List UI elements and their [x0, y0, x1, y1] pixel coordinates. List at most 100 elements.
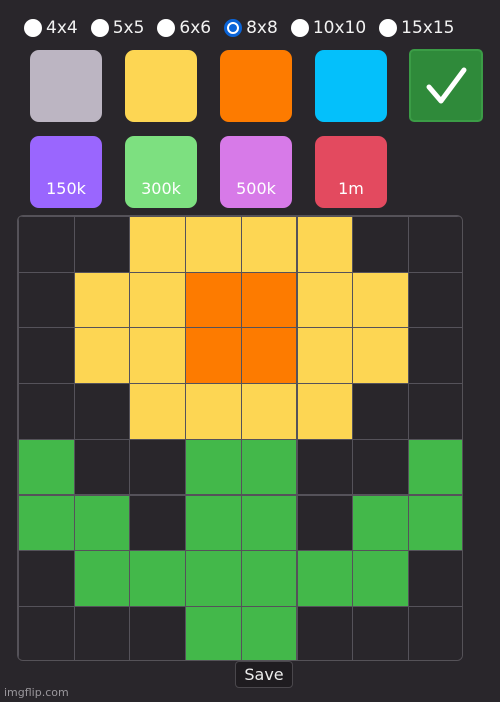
grid-cell[interactable]	[129, 216, 187, 273]
size-option-label: 15x15	[401, 18, 455, 38]
color-swatch-yellow[interactable]	[125, 50, 197, 122]
grid-cell[interactable]	[240, 383, 298, 440]
size-option-label: 5x5	[112, 18, 145, 38]
grid-cell[interactable]	[129, 494, 187, 552]
grid-cell[interactable]	[407, 383, 462, 440]
radio-button[interactable]	[157, 19, 176, 37]
grid-cell[interactable]	[407, 494, 462, 552]
confirm-button[interactable]	[409, 49, 483, 122]
grid-cell[interactable]	[73, 271, 131, 329]
grid-cell[interactable]	[18, 494, 75, 552]
size-option-5x5[interactable]: 5x5	[90, 18, 145, 38]
size-option-6x6[interactable]: 6x6	[157, 18, 211, 38]
size-option-label: 10x10	[312, 18, 367, 38]
grid-cell[interactable]	[18, 605, 75, 660]
grid-cell[interactable]	[129, 327, 187, 385]
price-swatch-500k[interactable]: 500k	[220, 136, 292, 208]
grid-cell[interactable]	[18, 271, 75, 329]
price-label: 300k	[141, 179, 181, 198]
grid-cell[interactable]	[352, 383, 409, 440]
price-label: 1m	[338, 179, 364, 198]
grid-cell[interactable]	[129, 383, 187, 440]
grid-cell[interactable]	[185, 271, 242, 329]
grid-cell[interactable]	[185, 216, 242, 273]
grid-cell[interactable]	[185, 383, 242, 440]
color-swatch-orange[interactable]	[220, 50, 292, 122]
grid-size-selector: 4x4 5x5 6x6 8x8 10x10 15x15	[24, 14, 467, 42]
grid-cell[interactable]	[352, 438, 409, 496]
grid-cell[interactable]	[407, 271, 462, 329]
grid-cell[interactable]	[352, 550, 409, 607]
color-swatch-gray[interactable]	[30, 50, 102, 122]
grid-cell[interactable]	[129, 438, 187, 496]
grid-cell[interactable]	[296, 494, 354, 552]
grid-cell[interactable]	[73, 216, 131, 273]
grid-cell[interactable]	[73, 605, 131, 660]
grid-cell[interactable]	[240, 327, 298, 385]
watermark: imgflip.com	[4, 686, 69, 699]
grid-cell[interactable]	[129, 605, 187, 660]
grid-cell[interactable]	[18, 550, 75, 607]
grid-cell[interactable]	[352, 216, 409, 273]
grid-cell[interactable]	[73, 327, 131, 385]
size-option-label: 8x8	[246, 18, 278, 38]
grid-cell[interactable]	[240, 494, 298, 552]
grid-cell[interactable]	[18, 216, 75, 273]
grid-cell[interactable]	[185, 550, 242, 607]
size-option-8x8[interactable]: 8x8	[224, 18, 278, 38]
size-option-10x10[interactable]: 10x10	[290, 18, 367, 38]
grid-cell[interactable]	[407, 216, 462, 273]
size-option-label: 4x4	[46, 18, 78, 38]
grid-cell[interactable]	[352, 271, 409, 329]
price-swatch-1m[interactable]: 1m	[315, 136, 387, 208]
grid-cell[interactable]	[240, 438, 298, 496]
grid-cell[interactable]	[352, 327, 409, 385]
save-button[interactable]: Save	[235, 661, 293, 688]
radio-button[interactable]	[379, 19, 398, 37]
radio-button[interactable]	[90, 19, 109, 37]
grid-cell[interactable]	[185, 605, 242, 660]
size-option-15x15[interactable]: 15x15	[379, 18, 454, 38]
radio-button[interactable]	[224, 19, 243, 37]
radio-button[interactable]	[24, 19, 42, 37]
grid-cell[interactable]	[240, 216, 298, 273]
grid-cell[interactable]	[407, 550, 462, 607]
grid-cell[interactable]	[129, 271, 187, 329]
grid-cell[interactable]	[73, 494, 131, 552]
grid-cell[interactable]	[73, 550, 131, 607]
price-label: 500k	[236, 179, 276, 198]
size-option-label: 6x6	[179, 18, 212, 38]
grid-cell[interactable]	[296, 438, 354, 496]
grid-cell[interactable]	[296, 550, 354, 607]
grid-cell[interactable]	[296, 605, 354, 660]
grid-cell[interactable]	[73, 383, 131, 440]
grid-cell[interactable]	[185, 494, 242, 552]
price-label: 150k	[46, 179, 86, 198]
grid-cell[interactable]	[240, 271, 298, 329]
grid-cell[interactable]	[296, 216, 354, 273]
grid-cell[interactable]	[407, 438, 462, 496]
grid-cell[interactable]	[407, 605, 462, 660]
grid-cell[interactable]	[352, 494, 409, 552]
price-swatch-150k[interactable]: 150k	[30, 136, 102, 208]
grid-cell[interactable]	[240, 550, 298, 607]
grid-cell[interactable]	[407, 327, 462, 385]
size-option-4x4[interactable]: 4x4	[24, 18, 78, 38]
grid-cell[interactable]	[18, 327, 75, 385]
grid-cell[interactable]	[296, 327, 354, 385]
pixel-grid	[17, 215, 463, 661]
grid-cell[interactable]	[352, 605, 409, 660]
grid-cell[interactable]	[18, 383, 75, 440]
price-swatch-300k[interactable]: 300k	[125, 136, 197, 208]
grid-cell[interactable]	[18, 438, 75, 496]
grid-cell[interactable]	[185, 438, 242, 496]
grid-cell[interactable]	[185, 327, 242, 385]
color-swatch-blue[interactable]	[315, 50, 387, 122]
grid-cell[interactable]	[296, 383, 354, 440]
grid-cell[interactable]	[129, 550, 187, 607]
grid-cell[interactable]	[296, 271, 354, 329]
checkmark-icon	[426, 67, 467, 104]
grid-cell[interactable]	[73, 438, 131, 496]
radio-button[interactable]	[290, 19, 309, 37]
grid-cell[interactable]	[240, 605, 298, 660]
